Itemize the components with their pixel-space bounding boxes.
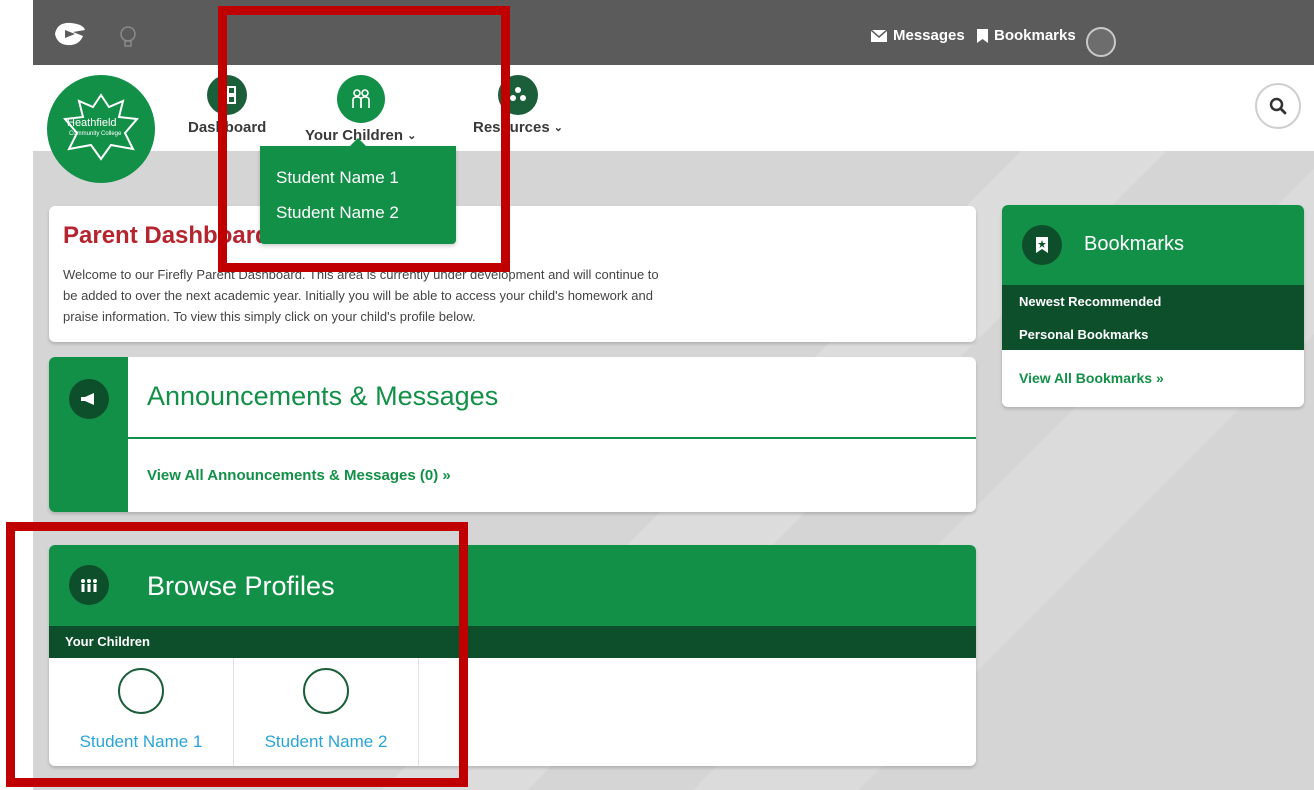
megaphone-icon — [69, 379, 109, 419]
messages-label: Messages — [893, 27, 965, 44]
bookmarks-card: Bookmarks Newest Recommended Personal Bo… — [1002, 205, 1304, 407]
school-subtitle: Community College — [69, 131, 122, 137]
messages-link[interactable]: Messages — [871, 27, 965, 44]
bookmark-icon — [977, 28, 988, 43]
dropdown-item-student-1[interactable]: Student Name 1 — [276, 168, 399, 188]
tab-newest-recommended[interactable]: Newest Recommended — [1019, 294, 1161, 309]
browse-profiles-card: Browse Profiles Your Children Student Na… — [49, 545, 976, 766]
bookmarks-tabs: Newest Recommended Personal Bookmarks — [1002, 285, 1304, 350]
top-bar: Messages Bookmarks — [33, 0, 1314, 65]
profiles-title: Browse Profiles — [147, 571, 335, 601]
announcements-card: Announcements & Messages View All Announ… — [49, 357, 976, 512]
page-title: Parent Dashboard — [63, 222, 270, 249]
profiles-header: Browse Profiles — [49, 545, 976, 626]
resources-icon — [497, 75, 538, 115]
child-name: Student Name 2 — [264, 732, 388, 751]
app-frame: Messages Bookmarks Heathfield Community … — [33, 0, 1314, 790]
search-icon — [1269, 97, 1287, 115]
nav-dashboard[interactable]: Dashboard — [188, 75, 266, 136]
your-children-section-label: Your Children — [49, 626, 976, 658]
nav-your-children[interactable]: Your Children ⌄ — [305, 75, 416, 144]
announcements-title: Announcements & Messages — [147, 381, 499, 411]
tab-personal-bookmarks[interactable]: Personal Bookmarks — [1019, 327, 1148, 342]
bookmark-star-icon — [1022, 225, 1062, 265]
bookmarks-title: Bookmarks — [1084, 233, 1185, 255]
school-logo[interactable]: Heathfield Community College — [47, 75, 155, 183]
children-icon — [336, 75, 385, 123]
school-name: Heathfield — [67, 117, 117, 129]
nav-dashboard-label: Dashboard — [188, 119, 267, 136]
children-dropdown-menu: Student Name 1 Student Name 2 — [260, 138, 456, 244]
bookmarks-label: Bookmarks — [994, 27, 1076, 44]
child-name: Student Name 1 — [79, 732, 203, 751]
firefly-logo-icon[interactable] — [53, 20, 87, 48]
welcome-card: Parent Dashboard Welcome to our Firefly … — [49, 206, 976, 342]
welcome-text: Welcome to our Firefly Parent Dashboard.… — [63, 267, 659, 324]
avatar — [118, 668, 164, 714]
child-profile-1[interactable]: Student Name 1 — [49, 658, 234, 766]
user-avatar[interactable] — [1086, 27, 1116, 57]
avatar — [303, 668, 349, 714]
dropdown-item-student-2[interactable]: Student Name 2 — [276, 203, 399, 223]
nav-resources-label: Resources ⌄ — [473, 119, 563, 136]
bookmarks-header: Bookmarks — [1002, 205, 1304, 285]
nav-resources-text: Resources — [473, 119, 550, 136]
view-all-announcements-link[interactable]: View All Announcements & Messages (0) » — [147, 467, 451, 484]
nav-resources[interactable]: Resources ⌄ — [473, 75, 563, 136]
chevron-down-icon: ⌄ — [407, 130, 417, 142]
view-all-bookmarks-link[interactable]: View All Bookmarks » — [1019, 370, 1164, 386]
announcements-sidebar — [49, 357, 128, 512]
lightbulb-icon[interactable] — [118, 25, 138, 49]
people-icon — [69, 565, 109, 605]
bookmarks-link[interactable]: Bookmarks — [977, 27, 1076, 44]
chevron-down-icon: ⌄ — [553, 122, 563, 134]
child-profile-2[interactable]: Student Name 2 — [234, 658, 419, 766]
envelope-icon — [871, 29, 887, 42]
dashboard-icon — [207, 75, 248, 115]
divider — [128, 437, 976, 439]
search-button[interactable] — [1255, 83, 1301, 129]
